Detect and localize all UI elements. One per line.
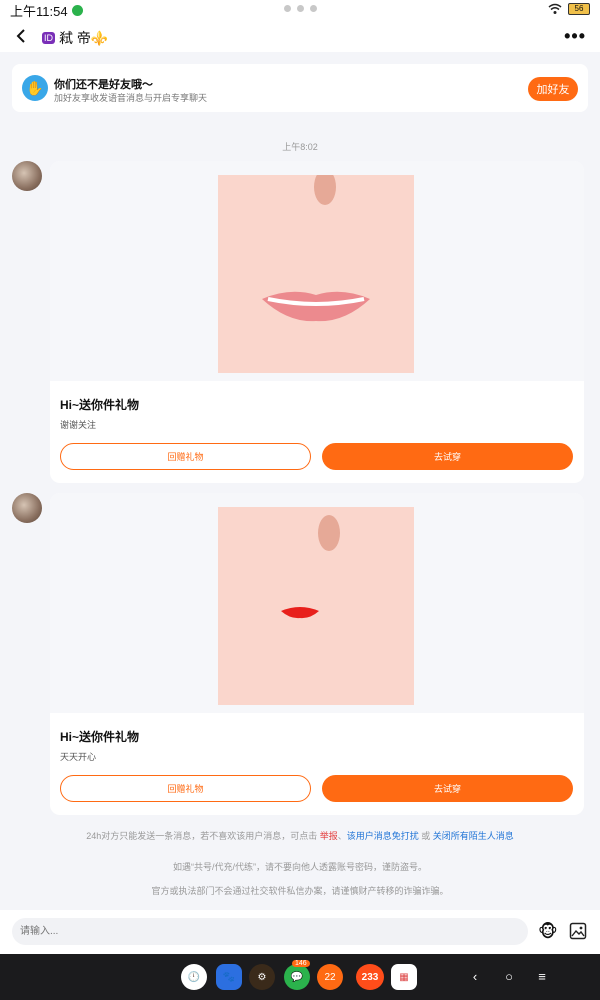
mute-user-link[interactable]: 该用户消息免打扰 bbox=[347, 831, 419, 841]
wechat-badge: 146 bbox=[292, 960, 310, 967]
image-picker-icon[interactable] bbox=[569, 922, 587, 940]
fraud-warning-notice: 官方或执法部门不会通过社交软件私信办案，请谨慎财产转移的诈骗诈骗。 bbox=[151, 886, 449, 896]
return-gift-button[interactable]: 回赠礼物 bbox=[60, 443, 311, 470]
nav-recents-button[interactable]: ≡ bbox=[534, 969, 550, 985]
wechat-app-icon[interactable]: 💬 bbox=[284, 964, 310, 990]
nav-home-button[interactable]: ○ bbox=[501, 969, 517, 985]
add-friend-button[interactable]: 加好友 bbox=[528, 77, 578, 101]
message-subtitle: 天天开心 bbox=[60, 752, 97, 762]
message-input-bar: 🐵 bbox=[0, 910, 600, 954]
id-badge: ID bbox=[42, 32, 55, 44]
more-options-button[interactable]: ••• bbox=[564, 26, 586, 47]
message-title: Hi~送你件礼物 bbox=[60, 398, 140, 412]
gift-preview-image[interactable] bbox=[218, 507, 414, 705]
stranger-message-notice: 24h对方只能发送一条消息，若不喜欢该用户消息，可点击 举报、该用户消息免打扰 … bbox=[86, 831, 514, 841]
calendar-app-icon[interactable]: 22 bbox=[317, 964, 343, 990]
sender-avatar[interactable] bbox=[12, 161, 42, 191]
message-title: Hi~送你件礼物 bbox=[60, 730, 140, 744]
chat-title: ID 弒 帝⚜️ bbox=[42, 28, 108, 48]
gift-preview-image[interactable] bbox=[218, 175, 414, 373]
system-dock: 🕛 🐾 ⚙ 💬 146 22 233 ▦ ‹ ○ ≡ bbox=[0, 954, 600, 1000]
message-subtitle: 谢谢关注 bbox=[60, 420, 97, 430]
gift-message-card: Hi~送你件礼物 天天开心 回赠礼物 去试穿 bbox=[50, 493, 584, 815]
try-on-button[interactable]: 去试穿 bbox=[322, 775, 573, 802]
sender-avatar[interactable] bbox=[12, 493, 42, 523]
app-drawer-icon[interactable]: ▦ bbox=[391, 964, 417, 990]
nav-back-button[interactable]: ‹ bbox=[467, 969, 483, 985]
gift-message-card: Hi~送你件礼物 谢谢关注 回赠礼物 去试穿 bbox=[50, 161, 584, 483]
banner-title: 你们还不是好友哦～ bbox=[54, 79, 153, 91]
battery-icon: 56 bbox=[568, 3, 590, 15]
back-button[interactable] bbox=[12, 26, 32, 46]
emoji-button[interactable]: 🐵 bbox=[538, 921, 560, 943]
wifi-icon bbox=[548, 3, 562, 14]
report-link[interactable]: 举报 bbox=[320, 831, 338, 841]
friend-request-banner: ✋ 你们还不是好友哦～ 加好友享收发语音消息与开启专享聊天 加好友 bbox=[12, 64, 588, 112]
message-timestamp: 上午8:02 bbox=[282, 142, 318, 152]
gift-preview-area bbox=[50, 161, 584, 381]
close-stranger-messages-link[interactable]: 关闭所有陌生人消息 bbox=[433, 831, 514, 841]
baidu-app-icon[interactable]: 🐾 bbox=[216, 964, 242, 990]
window-handle-dots bbox=[284, 5, 317, 12]
try-on-button[interactable]: 去试穿 bbox=[322, 443, 573, 470]
game-app-icon[interactable]: ⚙ bbox=[249, 964, 275, 990]
chat-header: ID 弒 帝⚜️ ••• bbox=[0, 20, 600, 52]
wave-hand-icon: ✋ bbox=[22, 75, 48, 101]
message-input[interactable] bbox=[12, 918, 528, 945]
app-233-icon[interactable]: 233 bbox=[356, 964, 384, 990]
status-bar: 上午11:54 56 bbox=[0, 0, 600, 20]
gift-preview-area bbox=[50, 493, 584, 713]
clock-app-icon[interactable]: 🕛 bbox=[181, 964, 207, 990]
wechat-notification-icon bbox=[71, 4, 83, 16]
banner-subtitle: 加好友享收发语音消息与开启专享聊天 bbox=[54, 93, 208, 103]
status-time: 上午11:54 bbox=[10, 3, 68, 19]
contact-name: 弒 帝⚜️ bbox=[59, 30, 109, 46]
return-gift-button[interactable]: 回赠礼物 bbox=[60, 775, 311, 802]
account-safety-notice: 如遇“共号/代充/代练”，请不要向他人透露账号密码，谨防盗号。 bbox=[173, 862, 427, 872]
